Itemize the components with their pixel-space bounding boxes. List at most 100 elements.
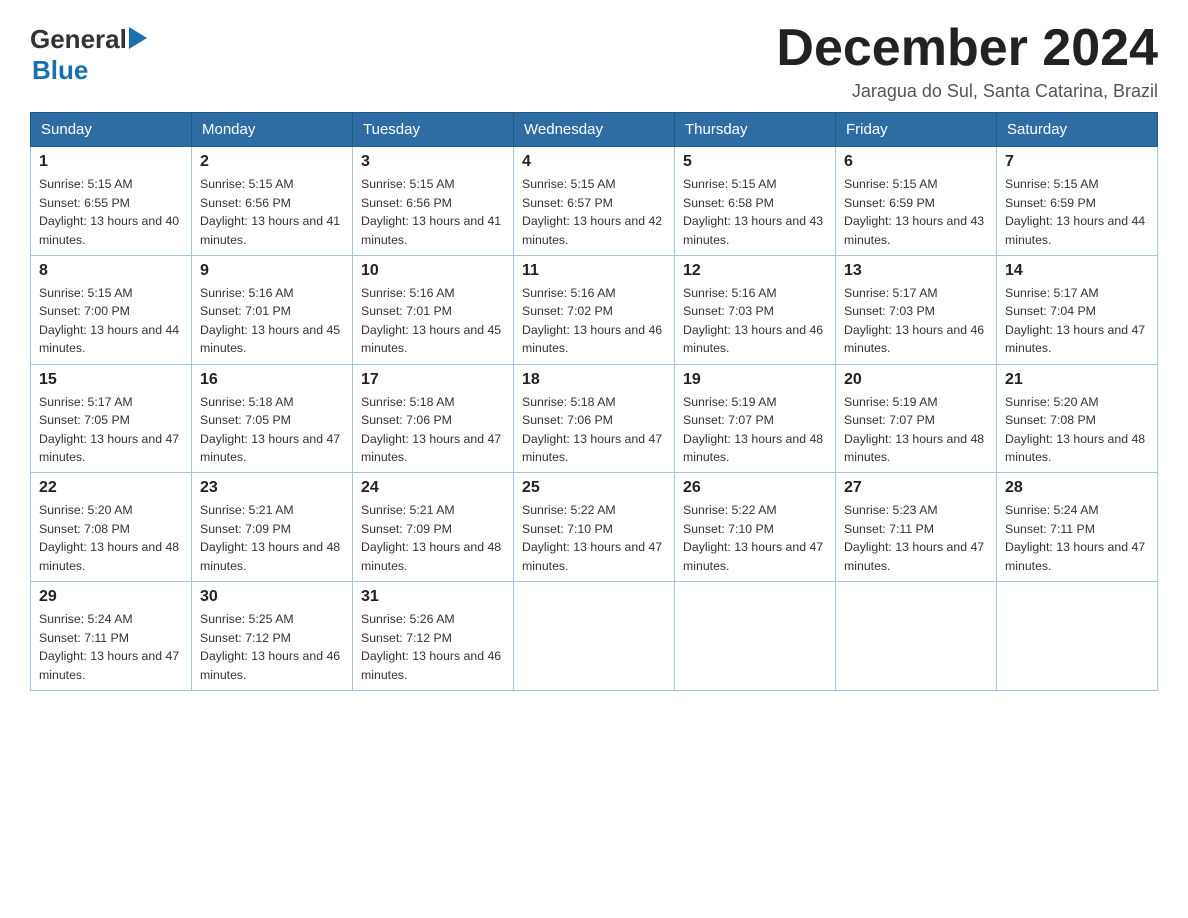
table-row: 17 Sunrise: 5:18 AMSunset: 7:06 PMDayligh… bbox=[353, 364, 514, 473]
table-row: 23 Sunrise: 5:21 AMSunset: 7:09 PMDayligh… bbox=[192, 473, 353, 582]
calendar-title-area: December 2024 Jaragua do Sul, Santa Cata… bbox=[776, 20, 1158, 102]
month-year-title: December 2024 bbox=[776, 20, 1158, 77]
table-row: 19 Sunrise: 5:19 AMSunset: 7:07 PMDayligh… bbox=[675, 364, 836, 473]
table-row: 5 Sunrise: 5:15 AMSunset: 6:58 PMDaylight… bbox=[675, 147, 836, 256]
day-number: 15 bbox=[39, 371, 183, 389]
header-saturday: Saturday bbox=[997, 113, 1158, 147]
day-info: Sunrise: 5:20 AMSunset: 7:08 PMDaylight:… bbox=[39, 501, 183, 575]
day-info: Sunrise: 5:26 AMSunset: 7:12 PMDaylight:… bbox=[361, 610, 505, 684]
table-row: 3 Sunrise: 5:15 AMSunset: 6:56 PMDaylight… bbox=[353, 147, 514, 256]
day-info: Sunrise: 5:15 AMSunset: 6:58 PMDaylight:… bbox=[683, 175, 827, 249]
table-row: 9 Sunrise: 5:16 AMSunset: 7:01 PMDaylight… bbox=[192, 255, 353, 364]
calendar-header: Sunday Monday Tuesday Wednesday Thursday… bbox=[31, 113, 1158, 147]
day-number: 19 bbox=[683, 371, 827, 389]
day-info: Sunrise: 5:17 AMSunset: 7:05 PMDaylight:… bbox=[39, 393, 183, 467]
day-info: Sunrise: 5:17 AMSunset: 7:04 PMDaylight:… bbox=[1005, 284, 1149, 358]
page-header: General Blue December 2024 Jaragua do Su… bbox=[30, 20, 1158, 102]
day-info: Sunrise: 5:24 AMSunset: 7:11 PMDaylight:… bbox=[39, 610, 183, 684]
day-info: Sunrise: 5:15 AMSunset: 6:59 PMDaylight:… bbox=[1005, 175, 1149, 249]
table-row: 31 Sunrise: 5:26 AMSunset: 7:12 PMDayligh… bbox=[353, 582, 514, 691]
day-info: Sunrise: 5:21 AMSunset: 7:09 PMDaylight:… bbox=[361, 501, 505, 575]
day-number: 10 bbox=[361, 262, 505, 280]
day-number: 9 bbox=[200, 262, 344, 280]
day-info: Sunrise: 5:20 AMSunset: 7:08 PMDaylight:… bbox=[1005, 393, 1149, 467]
day-number: 7 bbox=[1005, 153, 1149, 171]
day-info: Sunrise: 5:21 AMSunset: 7:09 PMDaylight:… bbox=[200, 501, 344, 575]
header-friday: Friday bbox=[836, 113, 997, 147]
day-info: Sunrise: 5:15 AMSunset: 6:59 PMDaylight:… bbox=[844, 175, 988, 249]
day-number: 2 bbox=[200, 153, 344, 171]
header-thursday: Thursday bbox=[675, 113, 836, 147]
header-wednesday: Wednesday bbox=[514, 113, 675, 147]
table-row: 6Sunrise: 5:15 AMSunset: 6:59 PMDaylight… bbox=[836, 147, 997, 256]
day-info: Sunrise: 5:16 AMSunset: 7:01 PMDaylight:… bbox=[200, 284, 344, 358]
day-number: 3 bbox=[361, 153, 505, 171]
day-info: Sunrise: 5:15 AMSunset: 6:56 PMDaylight:… bbox=[361, 175, 505, 249]
table-row: 18 Sunrise: 5:18 AMSunset: 7:06 PMDayligh… bbox=[514, 364, 675, 473]
day-info: Sunrise: 5:16 AMSunset: 7:01 PMDaylight:… bbox=[361, 284, 505, 358]
table-row: 7 Sunrise: 5:15 AMSunset: 6:59 PMDaylight… bbox=[997, 147, 1158, 256]
logo-blue-text: Blue bbox=[32, 55, 88, 85]
day-info: Sunrise: 5:18 AMSunset: 7:06 PMDaylight:… bbox=[361, 393, 505, 467]
day-number: 31 bbox=[361, 588, 505, 606]
table-row: 12 Sunrise: 5:16 AMSunset: 7:03 PMDayligh… bbox=[675, 255, 836, 364]
table-row bbox=[514, 582, 675, 691]
day-number: 13 bbox=[844, 262, 988, 280]
table-row: 14 Sunrise: 5:17 AMSunset: 7:04 PMDayligh… bbox=[997, 255, 1158, 364]
day-info: Sunrise: 5:18 AMSunset: 7:05 PMDaylight:… bbox=[200, 393, 344, 467]
day-number: 14 bbox=[1005, 262, 1149, 280]
logo: General Blue bbox=[30, 20, 147, 86]
day-info: Sunrise: 5:16 AMSunset: 7:02 PMDaylight:… bbox=[522, 284, 666, 358]
day-number: 12 bbox=[683, 262, 827, 280]
table-row: 26 Sunrise: 5:22 AMSunset: 7:10 PMDayligh… bbox=[675, 473, 836, 582]
day-info: Sunrise: 5:23 AMSunset: 7:11 PMDaylight:… bbox=[844, 501, 988, 575]
day-number: 24 bbox=[361, 479, 505, 497]
table-row: 29Sunrise: 5:24 AMSunset: 7:11 PMDayligh… bbox=[31, 582, 192, 691]
logo-triangle-icon bbox=[129, 27, 147, 54]
table-row: 16 Sunrise: 5:18 AMSunset: 7:05 PMDayligh… bbox=[192, 364, 353, 473]
table-row: 30 Sunrise: 5:25 AMSunset: 7:12 PMDayligh… bbox=[192, 582, 353, 691]
day-number: 18 bbox=[522, 371, 666, 389]
table-row: 28 Sunrise: 5:24 AMSunset: 7:11 PMDayligh… bbox=[997, 473, 1158, 582]
day-info: Sunrise: 5:25 AMSunset: 7:12 PMDaylight:… bbox=[200, 610, 344, 684]
day-number: 23 bbox=[200, 479, 344, 497]
day-info: Sunrise: 5:24 AMSunset: 7:11 PMDaylight:… bbox=[1005, 501, 1149, 575]
day-number: 21 bbox=[1005, 371, 1149, 389]
day-number: 17 bbox=[361, 371, 505, 389]
day-info: Sunrise: 5:19 AMSunset: 7:07 PMDaylight:… bbox=[844, 393, 988, 467]
day-number: 5 bbox=[683, 153, 827, 171]
table-row: 15 Sunrise: 5:17 AMSunset: 7:05 PMDayligh… bbox=[31, 364, 192, 473]
table-row: 25Sunrise: 5:22 AMSunset: 7:10 PMDayligh… bbox=[514, 473, 675, 582]
header-tuesday: Tuesday bbox=[353, 113, 514, 147]
table-row: 1Sunrise: 5:15 AMSunset: 6:55 PMDaylight… bbox=[31, 147, 192, 256]
header-sunday: Sunday bbox=[31, 113, 192, 147]
day-number: 26 bbox=[683, 479, 827, 497]
day-number: 30 bbox=[200, 588, 344, 606]
table-row bbox=[675, 582, 836, 691]
table-row: 21 Sunrise: 5:20 AMSunset: 7:08 PMDayligh… bbox=[997, 364, 1158, 473]
day-info: Sunrise: 5:18 AMSunset: 7:06 PMDaylight:… bbox=[522, 393, 666, 467]
day-info: Sunrise: 5:17 AMSunset: 7:03 PMDaylight:… bbox=[844, 284, 988, 358]
table-row: 24 Sunrise: 5:21 AMSunset: 7:09 PMDayligh… bbox=[353, 473, 514, 582]
calendar-body: 1Sunrise: 5:15 AMSunset: 6:55 PMDaylight… bbox=[31, 147, 1158, 691]
logo-general-text: General bbox=[30, 24, 127, 55]
day-number: 22 bbox=[39, 479, 183, 497]
day-number: 28 bbox=[1005, 479, 1149, 497]
header-monday: Monday bbox=[192, 113, 353, 147]
table-row: 10 Sunrise: 5:16 AMSunset: 7:01 PMDayligh… bbox=[353, 255, 514, 364]
day-info: Sunrise: 5:19 AMSunset: 7:07 PMDaylight:… bbox=[683, 393, 827, 467]
table-row: 8Sunrise: 5:15 AMSunset: 7:00 PMDaylight… bbox=[31, 255, 192, 364]
table-row: 2Sunrise: 5:15 AMSunset: 6:56 PMDaylight… bbox=[192, 147, 353, 256]
location-subtitle: Jaragua do Sul, Santa Catarina, Brazil bbox=[776, 81, 1158, 102]
table-row: 20Sunrise: 5:19 AMSunset: 7:07 PMDayligh… bbox=[836, 364, 997, 473]
table-row: 27 Sunrise: 5:23 AMSunset: 7:11 PMDayligh… bbox=[836, 473, 997, 582]
day-number: 11 bbox=[522, 262, 666, 280]
day-info: Sunrise: 5:22 AMSunset: 7:10 PMDaylight:… bbox=[522, 501, 666, 575]
day-info: Sunrise: 5:16 AMSunset: 7:03 PMDaylight:… bbox=[683, 284, 827, 358]
day-number: 27 bbox=[844, 479, 988, 497]
day-number: 16 bbox=[200, 371, 344, 389]
day-info: Sunrise: 5:22 AMSunset: 7:10 PMDaylight:… bbox=[683, 501, 827, 575]
table-row: 22 Sunrise: 5:20 AMSunset: 7:08 PMDayligh… bbox=[31, 473, 192, 582]
day-info: Sunrise: 5:15 AMSunset: 7:00 PMDaylight:… bbox=[39, 284, 183, 358]
table-row bbox=[997, 582, 1158, 691]
